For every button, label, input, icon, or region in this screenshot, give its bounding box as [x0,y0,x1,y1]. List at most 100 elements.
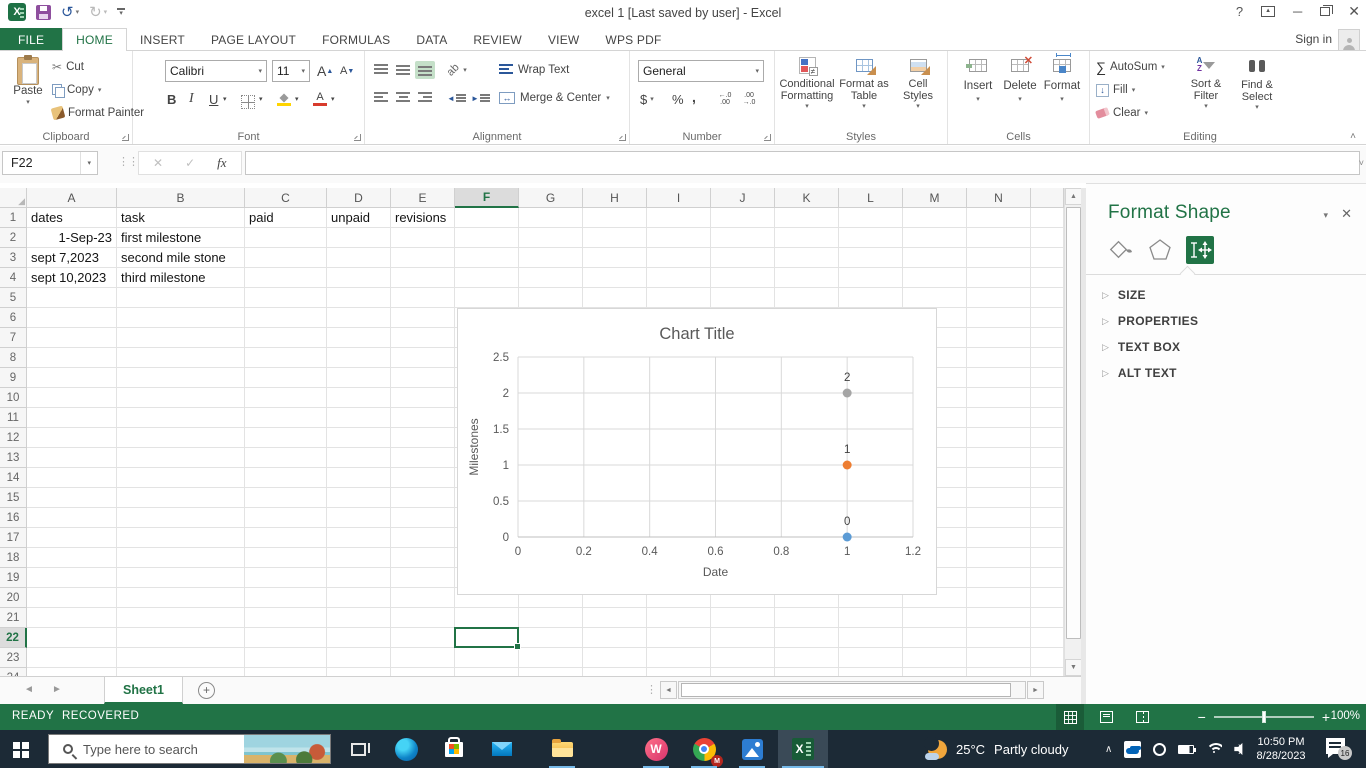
taskbar-file-explorer[interactable] [540,730,584,768]
autosum-button[interactable]: ∑ AutoSum ▾ [1096,57,1165,77]
zoom-slider-handle[interactable] [1261,711,1266,723]
task-view-button[interactable] [336,730,380,768]
format-as-table-dropdown-icon[interactable]: ▾ [862,102,866,110]
row-header-17[interactable]: 17 [0,528,27,548]
tab-file[interactable]: FILE [0,28,63,51]
grid-cell-A4[interactable]: sept 10,2023 [27,268,116,287]
find-select-dropdown-icon[interactable]: ▾ [1255,103,1259,111]
decrease-decimal-button[interactable]: .00 →.0 [740,88,758,110]
paste-dropdown-icon[interactable]: ▾ [26,98,30,106]
zoom-slider[interactable] [1213,711,1314,723]
align-right-button[interactable] [415,87,435,109]
row-header-3[interactable]: 3 [0,248,27,268]
insert-dropdown-icon[interactable]: ▾ [976,95,980,103]
italic-button[interactable]: I [189,88,194,110]
tab-insert[interactable]: INSERT [127,28,198,51]
scroll-right-icon[interactable]: ► [1027,681,1044,699]
meet-now-icon[interactable] [1153,742,1167,756]
onedrive-icon[interactable] [1124,740,1142,758]
font-size-select[interactable]: 11 ▾ [272,60,310,82]
help-button[interactable]: ? [1236,4,1243,19]
column-header-K[interactable]: K [775,188,839,208]
wifi-icon[interactable] [1206,743,1223,755]
fill-color-dropdown-icon[interactable]: ▾ [295,88,299,110]
point-gray[interactable] [842,388,852,398]
page-break-view-button[interactable] [1128,704,1156,730]
orientation-dropdown-icon[interactable]: ▾ [463,66,467,74]
clipboard-dialog-launcher[interactable] [122,134,129,141]
confirm-entry-icon[interactable]: ✓ [185,156,195,170]
scroll-left-icon[interactable]: ◄ [660,681,677,699]
collapse-ribbon-icon[interactable]: ˄ [1350,131,1356,142]
tab-review[interactable]: REVIEW [460,28,535,51]
start-button[interactable] [0,730,48,768]
grid-cell-A3[interactable]: sept 7,2023 [27,248,116,267]
taskbar-wps[interactable]: W [634,730,678,768]
formula-input[interactable] [245,151,1360,175]
status-recovered[interactable]: RECOVERED [62,710,139,722]
row-header-12[interactable]: 12 [0,428,27,448]
sheet-tab-sheet1[interactable]: Sheet1 [104,677,183,704]
row-header-6[interactable]: 6 [0,308,27,328]
section-text-box[interactable]: ▷ TEXT BOX [1102,340,1180,354]
font-dialog-launcher[interactable] [354,134,361,141]
copy-button[interactable]: Copy ▾ [52,80,101,100]
clear-button[interactable]: Clear ▾ [1095,103,1148,123]
borders-dropdown-icon[interactable]: ▾ [259,88,263,110]
row-header-22[interactable]: 22 [0,628,27,648]
column-header-F[interactable]: F [455,188,519,208]
taskbar-chrome[interactable]: M [682,730,726,768]
grid-cell-B1[interactable]: task [117,208,244,227]
row-header-1[interactable]: 1 [0,208,27,228]
paste-button[interactable]: Paste ▾ [6,55,50,133]
minimize-button[interactable]: ─ [1293,4,1302,19]
taskbar-weather[interactable]: 25°C Partly cloudy [924,730,1068,768]
size-properties-tab[interactable] [1186,236,1214,264]
grid-cell-A1[interactable]: dates [27,208,116,227]
row-header-18[interactable]: 18 [0,548,27,568]
effects-tab[interactable] [1146,236,1174,264]
column-header-A[interactable]: A [27,188,117,208]
row-header-4[interactable]: 4 [0,268,27,288]
orientation-button[interactable]: ab ▾ [445,59,467,81]
row-header-5[interactable]: 5 [0,288,27,308]
row-header-7[interactable]: 7 [0,328,27,348]
clear-dropdown-icon[interactable]: ▾ [1144,109,1148,117]
column-header-E[interactable]: E [391,188,455,208]
page-layout-view-button[interactable] [1092,704,1120,730]
pane-close-icon[interactable]: ✕ [1341,206,1352,222]
search-highlight-image[interactable] [244,735,330,763]
row-header-23[interactable]: 23 [0,648,27,668]
copy-dropdown-icon[interactable]: ▾ [98,86,102,94]
font-family-select[interactable]: Calibri ▾ [165,60,267,82]
avatar[interactable] [1338,29,1360,51]
percent-button[interactable]: % [672,88,684,110]
taskbar-clock[interactable]: 10:50 PM 8/28/2023 [1248,735,1314,763]
zoom-level[interactable]: 100% [1331,710,1360,722]
align-left-button[interactable] [371,87,391,109]
vertical-scroll-thumb[interactable] [1066,207,1081,639]
decrease-indent-button[interactable]: ◄ [447,87,466,109]
sort-filter-dropdown-icon[interactable]: ▾ [1204,102,1208,110]
zoom-in-button[interactable]: + [1322,709,1330,725]
wrap-text-button[interactable]: Wrap Text [499,59,569,81]
find-select-button[interactable]: Find & Select ▾ [1232,57,1282,111]
horizontal-scrollbar[interactable]: ◄ ► [660,681,1044,699]
currency-button[interactable]: $ ▾ [640,88,654,110]
battery-icon[interactable] [1178,744,1197,754]
select-all-button[interactable]: ◢ [0,188,27,208]
taskbar-edge[interactable] [384,730,428,768]
point-blue[interactable] [842,532,852,542]
format-cells-button[interactable]: Format ▾ [1042,53,1082,103]
tab-view[interactable]: VIEW [535,28,592,51]
row-header-2[interactable]: 2 [0,228,27,248]
fill-color-button[interactable] [277,89,291,111]
taskbar-search[interactable] [48,734,331,764]
search-input[interactable] [83,741,244,757]
column-header-B[interactable]: B [117,188,245,208]
increase-indent-button[interactable]: ► [471,87,490,109]
grid-cell-C1[interactable]: paid [245,208,326,227]
number-format-select[interactable]: General ▾ [638,60,764,82]
borders-button[interactable] [241,91,255,113]
sort-filter-button[interactable]: AZ Sort & Filter ▾ [1182,57,1230,111]
